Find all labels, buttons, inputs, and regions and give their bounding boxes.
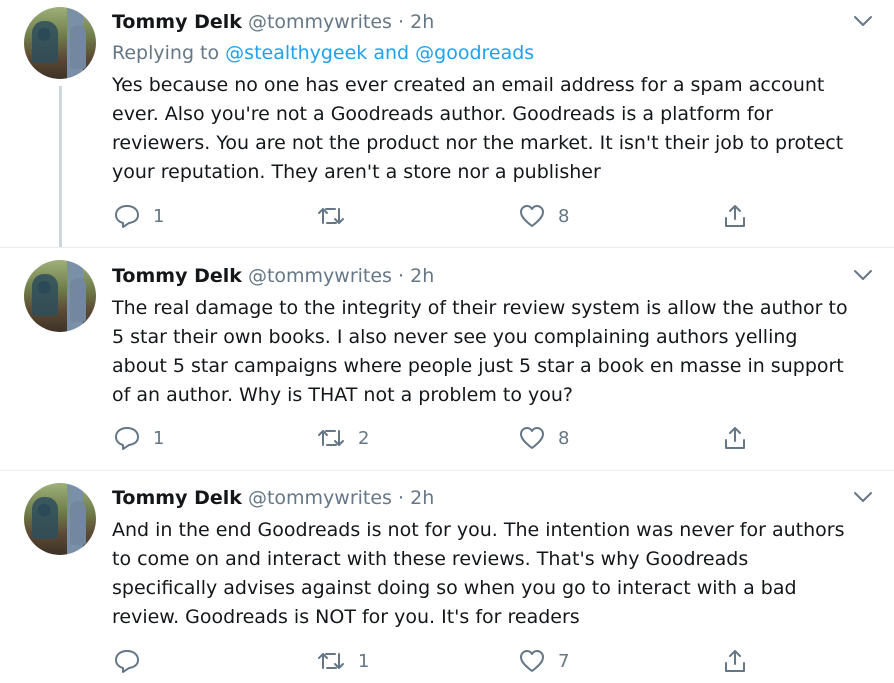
tweet-text-line: review. Goodreads is NOT for you. It's f…: [112, 606, 580, 628]
tweet[interactable]: Tommy Delk @tommywrites · 2h The real da…: [0, 247, 894, 470]
author-handle[interactable]: @tommywrites: [248, 487, 392, 509]
tweet-text: The real damage to the integrity of thei…: [112, 294, 882, 410]
avatar[interactable]: [24, 7, 96, 79]
chevron-down-icon[interactable]: [852, 268, 874, 282]
avatar[interactable]: [24, 260, 96, 332]
tweet-text-line: about 5 star campaigns where people just…: [112, 355, 844, 377]
chevron-down-icon[interactable]: [852, 490, 874, 504]
reply-icon: [115, 205, 139, 228]
tweet-text-line: to come on and interact with these revie…: [112, 548, 749, 570]
replying-prefix: Replying to: [112, 42, 220, 64]
author-name[interactable]: Tommy Delk: [112, 11, 242, 33]
tweet-text-line: ever. Also you're not a Goodreads author…: [112, 103, 773, 125]
tweet-text-line: The real damage to the integrity of thei…: [112, 297, 848, 319]
retweet-count: 1: [358, 650, 370, 672]
author-handle[interactable]: @tommywrites: [248, 265, 392, 287]
share-button[interactable]: [721, 646, 749, 676]
reply-count: 1: [153, 427, 165, 449]
author-name[interactable]: Tommy Delk: [112, 265, 242, 287]
tweet-header: Tommy Delk @tommywrites · 2h: [112, 9, 434, 35]
reply-icon: [115, 650, 139, 673]
reply-count: 1: [153, 205, 165, 227]
like-icon: [520, 427, 544, 449]
separator: ·: [398, 265, 405, 287]
separator: ·: [398, 487, 405, 509]
share-icon: [725, 205, 745, 227]
retweet-button[interactable]: 2: [316, 423, 369, 453]
like-icon: [520, 650, 544, 672]
retweet-count: 2: [358, 427, 370, 449]
author-name[interactable]: Tommy Delk: [112, 487, 242, 509]
separator: ·: [398, 11, 405, 33]
replying-to: Replying to @stealthygeek and @goodreads: [112, 40, 534, 66]
retweet-button[interactable]: [316, 201, 358, 231]
retweet-icon: [318, 430, 344, 446]
replying-to-link[interactable]: @stealthygeek and @goodreads: [225, 42, 534, 64]
share-icon: [725, 427, 745, 449]
share-icon: [725, 650, 745, 672]
like-count: 7: [558, 650, 570, 672]
tweet-text: Yes because no one has ever created an e…: [112, 71, 882, 187]
retweet-button[interactable]: 1: [316, 646, 369, 676]
chevron-down-icon[interactable]: [852, 14, 874, 28]
tweet-text-line: And in the end Goodreads is not for you.…: [112, 519, 845, 541]
timestamp[interactable]: 2h: [410, 265, 434, 287]
reply-button[interactable]: [113, 646, 153, 676]
tweet-text-line: reviewers. You are not the product nor t…: [112, 132, 844, 154]
tweet-text-line: 5 star their own books. I also never see…: [112, 326, 798, 348]
like-button[interactable]: 7: [518, 646, 569, 676]
tweet-header: Tommy Delk @tommywrites · 2h: [112, 485, 434, 511]
tweet-text-line: your reputation. They aren't a store nor…: [112, 161, 601, 183]
tweet[interactable]: Tommy Delk @tommywrites · 2h Replying to…: [0, 0, 894, 248]
like-button[interactable]: 8: [518, 423, 569, 453]
thread-line: [59, 86, 62, 248]
tweet-text-line: Yes because no one has ever created an e…: [112, 74, 825, 96]
author-handle[interactable]: @tommywrites: [248, 11, 392, 33]
like-count: 8: [558, 427, 570, 449]
like-icon: [520, 205, 544, 227]
like-count: 8: [558, 205, 570, 227]
tweet-text-line: of an author. Why is THAT not a problem …: [112, 384, 574, 406]
avatar[interactable]: [24, 483, 96, 555]
like-button[interactable]: 8: [518, 201, 569, 231]
tweet-text: And in the end Goodreads is not for you.…: [112, 516, 882, 632]
retweet-icon: [318, 653, 344, 669]
reply-button[interactable]: 1: [113, 201, 164, 231]
tweet-text-line: specifically advises against doing so wh…: [112, 577, 797, 599]
share-button[interactable]: [721, 201, 749, 231]
timestamp[interactable]: 2h: [410, 11, 434, 33]
tweet[interactable]: Tommy Delk @tommywrites · 2h And in the …: [0, 470, 894, 683]
share-button[interactable]: [721, 423, 749, 453]
timestamp[interactable]: 2h: [410, 487, 434, 509]
tweet-header: Tommy Delk @tommywrites · 2h: [112, 263, 434, 289]
reply-icon: [115, 427, 139, 450]
retweet-icon: [318, 208, 344, 224]
reply-button[interactable]: 1: [113, 423, 164, 453]
